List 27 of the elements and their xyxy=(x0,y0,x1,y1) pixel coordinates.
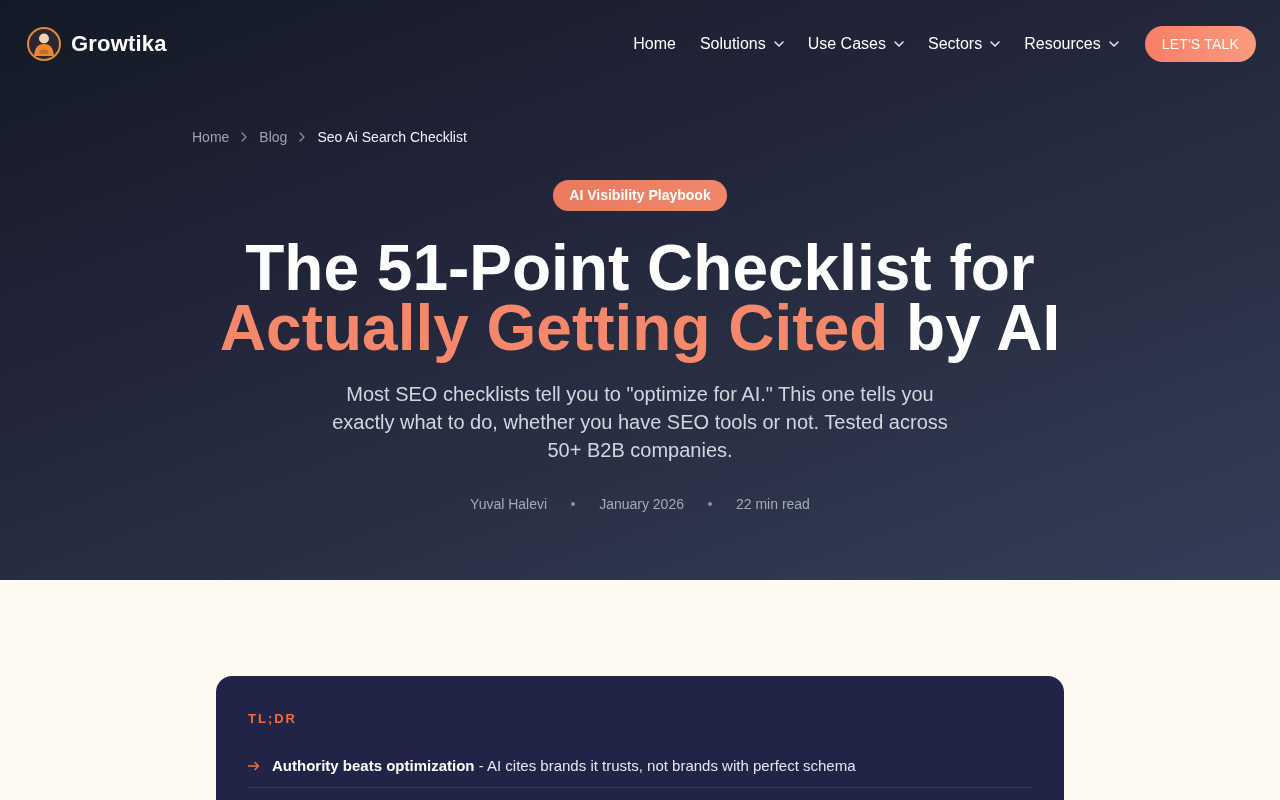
logo-link[interactable]: Growtika xyxy=(27,27,167,61)
separator-dot-icon xyxy=(571,502,576,506)
chevron-down-icon xyxy=(773,41,784,47)
nav-link[interactable]: Use Cases xyxy=(807,34,904,54)
subtitle: Most SEO checklists tell you to "optimize for AI." This one tells you exactly what to do, whether you have SEO tools or not. Tested across 50+ B2B companies. xyxy=(331,382,949,463)
breadcrumb-link[interactable]: Home xyxy=(192,128,230,146)
arrow-right-icon xyxy=(248,761,260,771)
chevron-down-icon xyxy=(990,41,1001,47)
category-badge: AI Visibility Playbook xyxy=(553,180,727,211)
tldr-label: TL;DR xyxy=(248,711,298,727)
chevron-right-icon xyxy=(241,132,248,142)
separator-dot-icon xyxy=(707,502,712,506)
tldr-item-text: Authority beats optimization - AI cites brands it trusts, not brands with perfect schema xyxy=(272,756,856,776)
logo-icon xyxy=(27,27,61,61)
chevron-right-icon xyxy=(299,132,306,142)
chevron-down-icon xyxy=(1108,41,1119,47)
nav-link[interactable]: Solutions xyxy=(699,34,784,54)
chevron-down-icon xyxy=(893,41,904,47)
meta-text: Yuval Halevi xyxy=(470,495,548,514)
breadcrumb-link[interactable]: Blog xyxy=(259,128,288,146)
nav-link[interactable]: Resources xyxy=(1024,34,1119,54)
meta-text: 22 min read xyxy=(735,495,810,514)
nav-link[interactable]: Home xyxy=(633,34,676,54)
nav-link[interactable]: Sectors xyxy=(927,34,1001,54)
meta-text: January 2026 xyxy=(599,495,684,514)
page-title: The 51-Point Checklist for Actually Getting Cited by AI xyxy=(219,231,1061,366)
breadcrumb-link[interactable]: Seo Ai Search Checklist xyxy=(317,128,467,146)
